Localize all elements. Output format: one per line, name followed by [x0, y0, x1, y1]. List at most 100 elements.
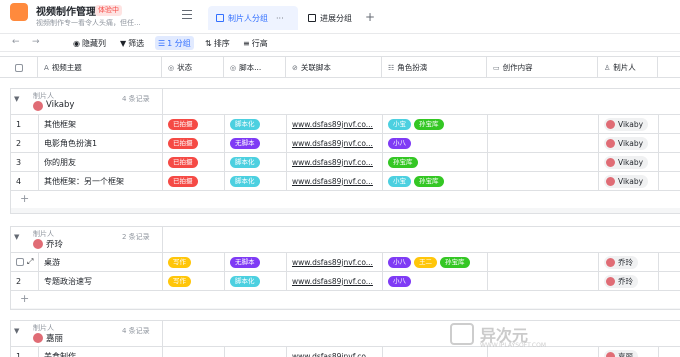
undo-icon[interactable]: ←: [12, 37, 20, 47]
table-row[interactable]: 4 其他框架：另一个框架 已拍摄 脚本化 www.dsfas89jnvf.co... 小宝…: [11, 172, 680, 191]
status-cell[interactable]: 已拍摄: [163, 172, 225, 190]
script-cell[interactable]: 脚本化: [225, 272, 287, 290]
link-cell[interactable]: www.dsfas89jnvf.co...: [287, 153, 383, 171]
title-cell[interactable]: 美食制作: [39, 347, 163, 357]
column-header-link[interactable]: ⊘ 关联脚本: [286, 57, 382, 78]
script-cell[interactable]: 无脚本: [225, 134, 287, 152]
column-header-content[interactable]: ▭ 创作内容: [487, 57, 598, 78]
column-header-roles[interactable]: ☷ 角色扮演: [382, 57, 487, 78]
producer-chip[interactable]: 乔玲: [604, 255, 638, 269]
content-cell[interactable]: [488, 153, 599, 171]
producer-chip[interactable]: Vikaby: [604, 174, 649, 188]
collapse-caret-icon[interactable]: ▼: [14, 233, 19, 241]
status-cell[interactable]: [163, 347, 225, 357]
title-cell[interactable]: 其他框架: [39, 115, 163, 133]
content-cell[interactable]: [488, 272, 599, 290]
status-cell[interactable]: 已拍摄: [163, 134, 225, 152]
add-tab-button[interactable]: +: [365, 10, 375, 24]
add-record-button[interactable]: +: [11, 291, 680, 308]
group-header[interactable]: ▼ 制片人 嘉丽 4 条记录: [11, 321, 680, 347]
table-row[interactable]: 1 美食制作 www.dsfas89jnvf.co... 嘉丽: [11, 347, 680, 357]
column-header-script[interactable]: ◎ 脚本...: [224, 57, 286, 78]
table-row[interactable]: ⤢ 桌游 写作 无脚本 www.dsfas89jnvf.co... 小八 王二 孙宝库 乔玲: [11, 253, 680, 272]
group-header[interactable]: ▼ 制片人 乔玲 2 条记录: [11, 227, 680, 253]
script-link[interactable]: www.dsfas89jnvf.co...: [292, 258, 373, 267]
roles-cell[interactable]: 小宝 孙宝库: [383, 115, 488, 133]
script-link[interactable]: www.dsfas89jnvf.co...: [292, 177, 373, 186]
producer-cell[interactable]: Vikaby: [599, 134, 659, 152]
title-cell[interactable]: 你的朋友: [39, 153, 163, 171]
select-all-checkbox[interactable]: [14, 63, 23, 72]
producer-cell[interactable]: 嘉丽: [599, 347, 659, 357]
row-number-cell[interactable]: 3: [11, 153, 39, 171]
row-number-cell[interactable]: ⤢: [11, 253, 39, 271]
producer-cell[interactable]: Vikaby: [599, 115, 659, 133]
base-title[interactable]: 视频制作管理: [36, 3, 96, 18]
table-row[interactable]: 2 电影角色扮演1 已拍摄 无脚本 www.dsfas89jnvf.co... 小八 Vik…: [11, 134, 680, 153]
table-row[interactable]: 3 你的朋友 已拍摄 脚本化 www.dsfas89jnvf.co... 孙宝库 Vikab…: [11, 153, 680, 172]
status-cell[interactable]: 已拍摄: [163, 115, 225, 133]
collapse-caret-icon[interactable]: ▼: [14, 95, 19, 103]
row-number-cell[interactable]: 4: [11, 172, 39, 190]
sort-button[interactable]: ⇅ 排序: [202, 36, 233, 50]
script-cell[interactable]: 无脚本: [225, 253, 287, 271]
expand-icon[interactable]: ⤢: [27, 257, 33, 267]
roles-cell[interactable]: 小八: [383, 134, 488, 152]
roles-cell[interactable]: 孙宝库: [383, 153, 488, 171]
table-row[interactable]: 2 专题政治速写 写作 脚本化 www.dsfas89jnvf.co... 小八 乔玲: [11, 272, 680, 291]
base-description[interactable]: 视频制作专一看令人头痛，但任...: [36, 18, 161, 28]
row-number-cell[interactable]: 2: [11, 272, 39, 290]
link-cell[interactable]: www.dsfas89jnvf.co...: [287, 347, 383, 357]
roles-cell[interactable]: 小宝 孙宝库: [383, 172, 488, 190]
producer-chip[interactable]: 乔玲: [604, 274, 638, 288]
status-cell[interactable]: 已拍摄: [163, 153, 225, 171]
row-checkbox[interactable]: [16, 258, 24, 266]
status-cell[interactable]: 写作: [163, 253, 225, 271]
row-number-cell[interactable]: 2: [11, 134, 39, 152]
producer-chip[interactable]: Vikaby: [604, 136, 649, 150]
producer-cell[interactable]: 乔玲: [599, 253, 659, 271]
column-header-status[interactable]: ◎ 状态: [162, 57, 224, 78]
row-number-cell[interactable]: 1: [11, 115, 39, 133]
link-cell[interactable]: www.dsfas89jnvf.co...: [287, 272, 383, 290]
add-record-button[interactable]: +: [11, 191, 680, 208]
group-header[interactable]: ▼ 制片人 Vikaby 4 条记录: [11, 89, 680, 115]
tab-progress-group[interactable]: 进展分组: [300, 6, 360, 30]
collapse-caret-icon[interactable]: ▼: [14, 327, 19, 335]
script-link[interactable]: www.dsfas89jnvf.co...: [292, 277, 373, 286]
producer-cell[interactable]: Vikaby: [599, 153, 659, 171]
column-header-title[interactable]: A 视频主题: [38, 57, 162, 78]
content-cell[interactable]: [488, 134, 599, 152]
tab-producer-group[interactable]: 制片人分组 ···: [208, 6, 298, 30]
title-cell[interactable]: 专题政治速写: [39, 272, 163, 290]
roles-cell[interactable]: 小八 王二 孙宝库: [383, 253, 488, 271]
script-link[interactable]: www.dsfas89jnvf.co...: [292, 120, 373, 129]
link-cell[interactable]: www.dsfas89jnvf.co...: [287, 115, 383, 133]
filter-button[interactable]: ▼ 筛选: [117, 36, 147, 50]
link-cell[interactable]: www.dsfas89jnvf.co...: [287, 134, 383, 152]
producer-chip[interactable]: 嘉丽: [604, 349, 638, 357]
producer-cell[interactable]: Vikaby: [599, 172, 659, 190]
content-cell[interactable]: [488, 115, 599, 133]
script-link[interactable]: www.dsfas89jnvf.co...: [292, 139, 373, 148]
group-button[interactable]: ☰ 1 分组: [155, 36, 194, 50]
script-cell[interactable]: 脚本化: [225, 172, 287, 190]
status-cell[interactable]: 写作: [163, 272, 225, 290]
content-cell[interactable]: [488, 253, 599, 271]
content-cell[interactable]: [488, 172, 599, 190]
script-cell[interactable]: 脚本化: [225, 115, 287, 133]
column-header-producer[interactable]: ♙ 制片人: [598, 57, 658, 78]
redo-icon[interactable]: →: [32, 37, 40, 47]
title-cell[interactable]: 其他框架：另一个框架: [39, 172, 163, 190]
script-cell[interactable]: [225, 347, 287, 357]
hide-columns-button[interactable]: ◉ 隐藏列: [70, 36, 109, 50]
link-cell[interactable]: www.dsfas89jnvf.co...: [287, 253, 383, 271]
title-cell[interactable]: 电影角色扮演1: [39, 134, 163, 152]
roles-cell[interactable]: [383, 347, 488, 357]
row-height-button[interactable]: ≡ 行高: [240, 36, 271, 50]
title-cell[interactable]: 桌游: [39, 253, 163, 271]
script-link[interactable]: www.dsfas89jnvf.co...: [292, 158, 373, 167]
producer-cell[interactable]: 乔玲: [599, 272, 659, 290]
link-cell[interactable]: www.dsfas89jnvf.co...: [287, 172, 383, 190]
script-link[interactable]: www.dsfas89jnvf.co...: [292, 352, 373, 357]
